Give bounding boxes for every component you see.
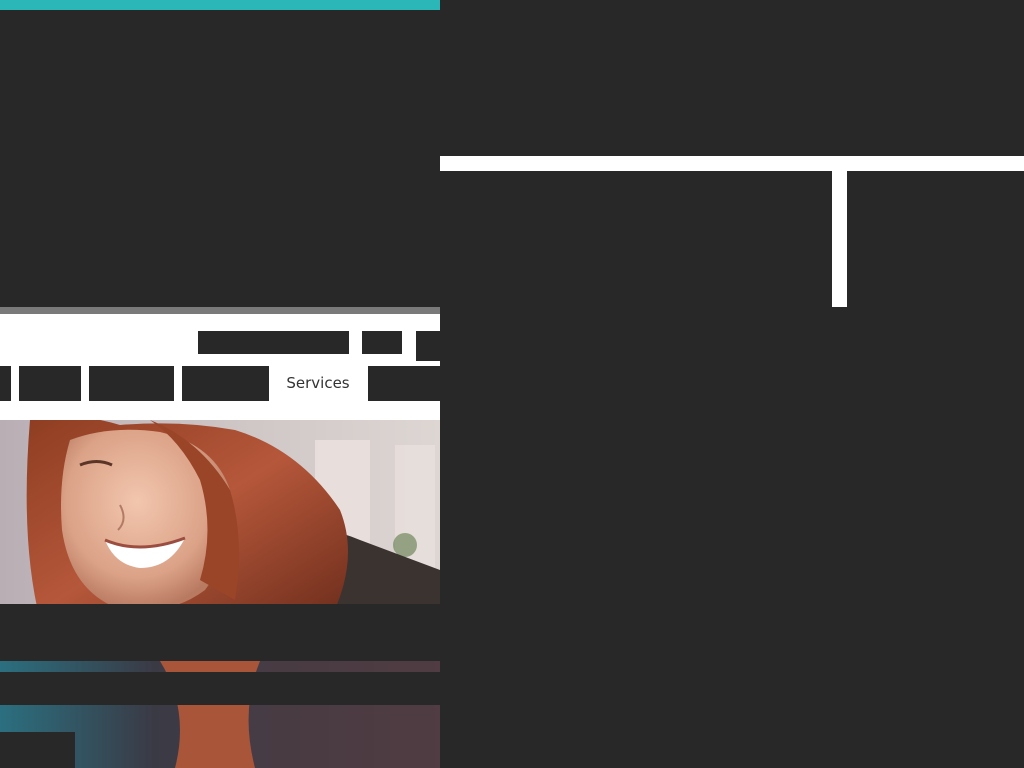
- site-viewport: Services: [0, 0, 440, 768]
- horizontal-divider: [440, 156, 1024, 171]
- hero-caption-redacted: [0, 604, 440, 661]
- utility-link-redacted[interactable]: [362, 331, 402, 354]
- hero-caption-redacted: [0, 672, 440, 705]
- smiling-woman-photo: [0, 420, 440, 768]
- hero-button-redacted[interactable]: [0, 732, 75, 768]
- nav-item-redacted[interactable]: [0, 366, 11, 401]
- accent-bar: [0, 0, 440, 10]
- vertical-divider: [832, 171, 847, 307]
- page: Services: [0, 0, 1024, 768]
- nav-item-redacted[interactable]: [368, 366, 440, 401]
- header-top-rule: [0, 307, 440, 314]
- hero-image: [0, 420, 440, 768]
- nav-item-redacted[interactable]: [182, 366, 269, 401]
- nav-item-redacted[interactable]: [19, 366, 81, 401]
- nav-item-redacted[interactable]: [89, 366, 174, 401]
- utility-button-redacted[interactable]: [416, 331, 440, 361]
- site-header: Services: [0, 314, 440, 420]
- utility-link-redacted[interactable]: [198, 331, 349, 354]
- nav-item-services[interactable]: Services: [276, 366, 360, 401]
